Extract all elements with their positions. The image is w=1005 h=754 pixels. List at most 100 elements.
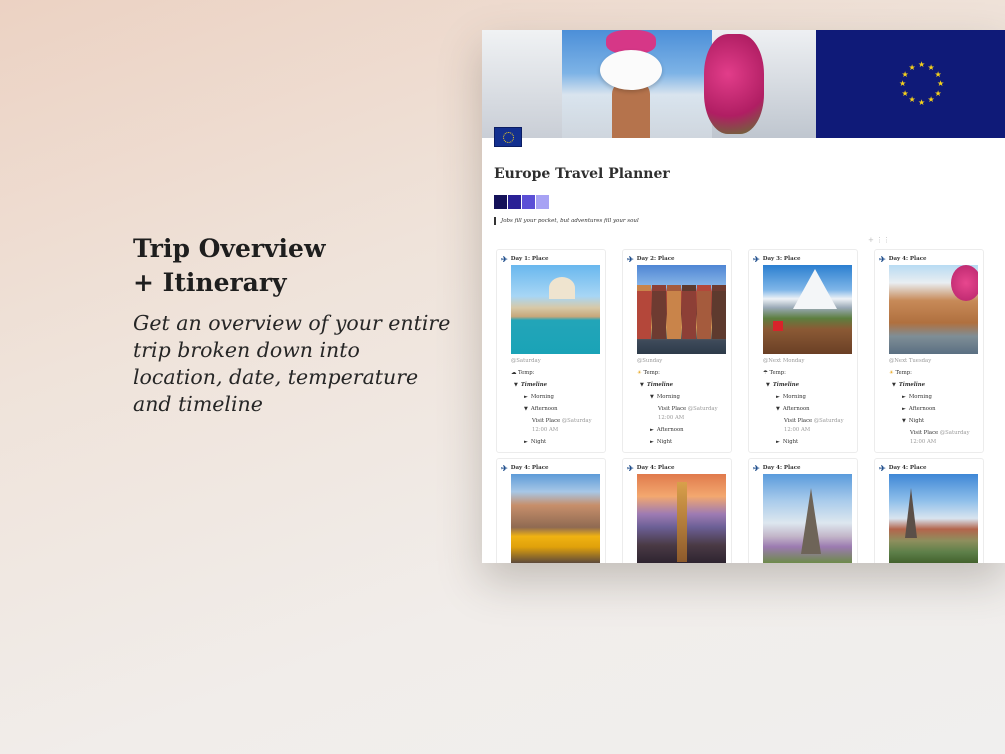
card-date[interactable]: @Sunday xyxy=(637,358,662,365)
eu-flag-icon[interactable] xyxy=(494,127,522,147)
card-title: Day 2: Place xyxy=(636,256,675,262)
card-temp: ☀ Temp: xyxy=(889,370,912,376)
airplane-icon: ✈ xyxy=(753,254,760,264)
visit-time: 12:00 AM xyxy=(784,427,811,433)
toggle-night[interactable]: ► Night xyxy=(650,439,672,446)
toggle-down-icon: ▼ xyxy=(766,382,770,388)
toggle-morning[interactable]: ▼ Morning xyxy=(650,394,680,401)
airplane-icon: ✈ xyxy=(501,463,508,473)
airplane-icon: ✈ xyxy=(627,254,634,264)
star-icon: ★ xyxy=(918,60,926,69)
visit-time: 12:00 AM xyxy=(910,439,937,445)
rain-icon: ☂ xyxy=(763,370,768,376)
swatch-1 xyxy=(494,195,507,209)
promo-block: Trip Overview + Itinerary Get an overvie… xyxy=(133,232,453,418)
day-card-8[interactable]: ✈ Day 4: Place xyxy=(874,458,984,563)
star-icon: ★ xyxy=(927,95,935,105)
star-icon: ★ xyxy=(934,88,942,98)
visit-place[interactable]: Visit Place @Saturday xyxy=(532,418,592,425)
card-temp: ☂ Temp: xyxy=(763,370,786,376)
eu-flag-panel: ★ ★ ★ ★ ★ ★ ★ ★ ★ ★ ★ ★ xyxy=(816,30,1005,138)
card-date[interactable]: @Next Monday xyxy=(763,358,804,365)
card-title: Day 4: Place xyxy=(510,465,549,471)
airplane-icon: ✈ xyxy=(879,463,886,473)
card-photo-seville xyxy=(889,265,978,354)
toggle-morning[interactable]: ► Morning xyxy=(902,394,932,401)
card-temp: ☁ Temp: xyxy=(511,370,535,376)
card-title: Day 1: Place xyxy=(510,256,549,262)
promo-title-line2: + Itinerary xyxy=(133,268,287,297)
toggle-morning[interactable]: ► Morning xyxy=(776,394,806,401)
card-date[interactable]: @Next Tuesday xyxy=(889,358,931,365)
visit-place[interactable]: Visit Place @Saturday xyxy=(784,418,844,425)
promo-title: Trip Overview + Itinerary xyxy=(133,232,453,300)
visit-time: 12:00 AM xyxy=(532,427,559,433)
toggle-afternoon[interactable]: ▼ Afternoon xyxy=(776,406,810,413)
star-icon: ★ xyxy=(918,98,926,107)
day-card-2[interactable]: ✈ Day 2: Place @Sunday ☀ Temp: ▼ Timeline … xyxy=(622,249,732,453)
eu-stars-icon: ★ ★ ★ ★ ★ ★ ★ ★ ★ ★ ★ ★ xyxy=(899,60,945,107)
timeline-toggle[interactable]: ▼ Timeline xyxy=(892,382,925,389)
timeline-toggle[interactable]: ▼ Timeline xyxy=(514,382,547,389)
card-photo-brussels xyxy=(637,474,726,563)
promo-description: Get an overview of your entire trip brok… xyxy=(133,311,451,416)
star-icon: ★ xyxy=(908,62,916,72)
airplane-icon: ✈ xyxy=(753,463,760,473)
card-photo-venice xyxy=(511,265,600,354)
day-card-6[interactable]: ✈ Day 4: Place xyxy=(622,458,732,563)
swatch-2 xyxy=(508,195,521,209)
block-add-handle[interactable]: + ⋮⋮ xyxy=(868,236,890,244)
card-photo-amsterdam xyxy=(637,265,726,354)
day-card-3[interactable]: ✈ Day 3: Place @Next Monday ☂ Temp: ▼ Time… xyxy=(748,249,858,453)
star-icon: ★ xyxy=(899,79,907,88)
day-card-1[interactable]: ✈ Day 1: Place @Saturday ☁ Temp: ▼ Timelin… xyxy=(496,249,606,453)
page-cover[interactable]: ★ ★ ★ ★ ★ ★ ★ ★ ★ ★ ★ ★ xyxy=(482,30,1005,138)
card-photo-paris xyxy=(763,474,852,563)
toggle-down-icon: ▼ xyxy=(640,382,644,388)
toggle-night[interactable]: ▼ Night xyxy=(902,418,924,425)
visit-time: 12:00 AM xyxy=(658,415,685,421)
cover-photo-santorini xyxy=(482,30,816,138)
toggle-night[interactable]: ► Night xyxy=(776,439,798,446)
airplane-icon: ✈ xyxy=(501,254,508,264)
star-icon: ★ xyxy=(908,95,916,105)
star-icon: ★ xyxy=(901,88,909,98)
toggle-afternoon[interactable]: ▼ Afternoon xyxy=(524,406,558,413)
sun-icon: ☀ xyxy=(889,370,894,376)
swatch-3 xyxy=(522,195,535,209)
visit-place[interactable]: Visit Place @Saturday xyxy=(910,430,970,437)
toggle-down-icon: ▼ xyxy=(514,382,518,388)
day-card-4[interactable]: ✈ Day 4: Place @Next Tuesday ☀ Temp: ▼ Tim… xyxy=(874,249,984,453)
card-temp: ☀ Temp: xyxy=(637,370,660,376)
toggle-afternoon[interactable]: ► Afternoon xyxy=(650,427,684,434)
card-title: Day 4: Place xyxy=(636,465,675,471)
notion-page-window: ★ ★ ★ ★ ★ ★ ★ ★ ★ ★ ★ ★ Europe Travel Planner Jobs … xyxy=(482,30,1005,563)
card-title: Day 4: Place xyxy=(762,465,801,471)
visit-place[interactable]: Visit Place @Saturday xyxy=(658,406,718,413)
card-photo-lisbon xyxy=(511,474,600,563)
promo-title-line1: Trip Overview xyxy=(133,234,326,263)
toggle-night[interactable]: ► Night xyxy=(524,439,546,446)
cloud-icon: ☁ xyxy=(511,370,517,376)
day-card-7[interactable]: ✈ Day 4: Place xyxy=(748,458,858,563)
day-card-5[interactable]: ✈ Day 4: Place xyxy=(496,458,606,563)
color-swatches xyxy=(494,195,550,209)
timeline-toggle[interactable]: ▼ Timeline xyxy=(766,382,799,389)
toggle-afternoon[interactable]: ► Afternoon xyxy=(902,406,936,413)
swatch-4 xyxy=(536,195,549,209)
toggle-down-icon: ▼ xyxy=(892,382,896,388)
star-icon: ★ xyxy=(934,69,942,79)
card-date[interactable]: @Saturday xyxy=(511,358,541,365)
star-icon: ★ xyxy=(937,79,945,88)
star-icon: ★ xyxy=(901,69,909,79)
toggle-morning[interactable]: ► Morning xyxy=(524,394,554,401)
card-title: Day 4: Place xyxy=(888,256,927,262)
page-quote[interactable]: Jobs fill your pocket, but adventures fi… xyxy=(494,217,639,225)
page-title[interactable]: Europe Travel Planner xyxy=(494,166,670,182)
timeline-toggle[interactable]: ▼ Timeline xyxy=(640,382,673,389)
airplane-icon: ✈ xyxy=(879,254,886,264)
card-title: Day 3: Place xyxy=(762,256,801,262)
card-title: Day 4: Place xyxy=(888,465,927,471)
sun-icon: ☀ xyxy=(637,370,642,376)
airplane-icon: ✈ xyxy=(627,463,634,473)
